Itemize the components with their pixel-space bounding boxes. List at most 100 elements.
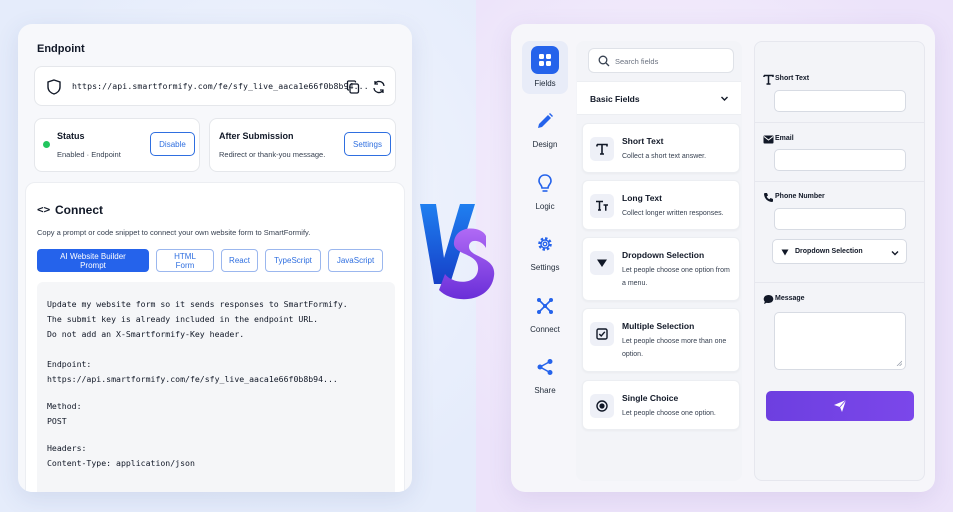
rail-item-logic[interactable]: Logic	[522, 169, 568, 211]
divider	[755, 282, 924, 283]
field-title: Long Text	[622, 193, 662, 203]
field-single-choice[interactable]: Single Choice Let people choose one opti…	[582, 380, 740, 430]
dropdown-selection-select[interactable]: Dropdown Selection	[772, 239, 907, 264]
chat-icon	[763, 295, 774, 304]
pen-icon	[531, 107, 559, 135]
email-field[interactable]	[774, 149, 906, 171]
field-long-text[interactable]: Long Text Collect longer written respons…	[582, 180, 740, 230]
search-placeholder: Search fields	[615, 57, 659, 66]
email-label: Email	[775, 135, 794, 142]
search-icon	[598, 55, 610, 67]
field-desc: Let people choose one option from a menu…	[622, 267, 730, 287]
message-label: Message	[775, 295, 805, 302]
connect-tabs: AI Website Builder Prompt HTML Form Reac…	[37, 249, 383, 272]
status-dot	[43, 141, 50, 148]
after-submission-title: After Submission	[219, 131, 294, 141]
rail-item-share[interactable]: Share	[522, 353, 568, 395]
after-submission-card: After Submission Redirect or thank-you m…	[209, 118, 396, 172]
endpoint-url-box: https://api.smartformify.com/fe/sfy_live…	[34, 66, 396, 106]
rail-label: Share	[534, 386, 556, 395]
endpoint-url: https://api.smartformify.com/fe/sfy_live…	[72, 81, 369, 91]
form-preview: Short Text Email Phone Number Dropdown S…	[754, 41, 925, 481]
message-textarea[interactable]	[774, 312, 906, 370]
rail-item-connect[interactable]: Connect	[522, 292, 568, 334]
form-builder-panel: Fields Design Logic Settings Connect Sha…	[511, 24, 935, 492]
code-line: POST	[47, 416, 67, 426]
long-text-icon	[590, 194, 614, 218]
field-desc: Let people choose more than one option.	[622, 338, 727, 358]
code-line: Method:	[47, 401, 82, 411]
code-snippet[interactable]: Update my website form so it sends respo…	[37, 282, 395, 492]
tab-html-form[interactable]: HTML Form	[156, 249, 214, 272]
divider	[755, 122, 924, 123]
tab-javascript[interactable]: JavaScript	[328, 249, 383, 272]
rail-label: Fields	[534, 79, 556, 88]
basic-fields-title: Basic Fields	[590, 94, 640, 104]
dropdown-icon	[781, 249, 789, 256]
phone-icon	[764, 193, 773, 202]
chevron-down-icon	[721, 96, 728, 101]
tab-ai-website-builder-prompt[interactable]: AI Website Builder Prompt	[37, 249, 149, 272]
resize-handle-icon[interactable]	[896, 360, 902, 366]
rail-item-fields[interactable]: Fields	[522, 46, 568, 88]
tab-react[interactable]: React	[221, 249, 258, 272]
rail-label: Design	[532, 140, 558, 149]
field-desc: Collect longer written responses.	[622, 210, 724, 217]
fields-list: Search fields Basic Fields Short Text Co…	[576, 41, 742, 481]
code-line: Endpoint:	[47, 359, 92, 369]
field-title: Short Text	[622, 136, 664, 146]
code-line: Do not add an X-Smartformify-Key header.	[47, 329, 245, 339]
checkbox-icon	[590, 322, 614, 346]
field-desc: Collect a short text answer.	[622, 153, 707, 160]
rail-label: Settings	[530, 263, 560, 272]
disable-button[interactable]: Disable	[150, 132, 195, 156]
search-input[interactable]: Search fields	[588, 48, 734, 73]
rail-item-design[interactable]: Design	[522, 107, 568, 149]
grid-icon	[531, 46, 559, 74]
dropdown-icon	[590, 251, 614, 275]
send-icon	[834, 399, 847, 412]
phone-input[interactable]	[774, 208, 906, 230]
after-submission-desc: Redirect or thank-you message.	[219, 150, 326, 159]
field-short-text[interactable]: Short Text Collect a short text answer.	[582, 123, 740, 173]
code-line: Update my website form so it sends respo…	[47, 299, 348, 309]
submit-button[interactable]	[766, 391, 914, 421]
connect-description: Copy a prompt or code snippet to connect…	[37, 228, 311, 237]
field-desc: Let people choose one option.	[622, 410, 716, 417]
field-dropdown-selection[interactable]: Dropdown Selection Let people choose one…	[582, 237, 740, 301]
text-icon	[590, 137, 614, 161]
field-title: Dropdown Selection	[622, 250, 705, 260]
refresh-icon[interactable]	[372, 80, 386, 94]
status-value: Enabled · Endpoint	[57, 150, 121, 159]
short-text-label: Short Text	[775, 75, 810, 82]
connect-title: Connect	[55, 203, 103, 217]
bulb-icon	[531, 169, 559, 197]
radio-icon	[590, 394, 614, 418]
field-multiple-selection[interactable]: Multiple Selection Let people choose mor…	[582, 308, 740, 372]
basic-fields-header[interactable]: Basic Fields	[577, 81, 741, 115]
endpoint-title: Endpoint	[37, 43, 85, 55]
shield-icon	[47, 79, 61, 95]
short-text-input[interactable]	[774, 90, 906, 112]
chevron-down-icon	[891, 251, 899, 256]
code-line: Headers:	[47, 443, 87, 453]
status-title: Status	[57, 131, 85, 141]
vs-logo	[420, 204, 495, 300]
field-title: Single Choice	[622, 393, 679, 403]
tab-typescript[interactable]: TypeScript	[265, 249, 321, 272]
divider	[755, 181, 924, 182]
rail-label: Connect	[530, 325, 560, 334]
network-icon	[531, 292, 559, 320]
phone-label: Phone Number	[775, 193, 825, 200]
code-line: https://api.smartformify.com/fe/sfy_live…	[47, 374, 338, 384]
text-icon	[763, 74, 774, 85]
connect-section: <> Connect Copy a prompt or code snippet…	[25, 182, 405, 492]
rail-item-settings[interactable]: Settings	[522, 230, 568, 272]
copy-icon[interactable]	[346, 80, 360, 94]
code-line: The submit key is already included in th…	[47, 314, 319, 324]
settings-button[interactable]: Settings	[344, 132, 391, 156]
field-title: Multiple Selection	[622, 321, 695, 331]
share-icon	[531, 353, 559, 381]
